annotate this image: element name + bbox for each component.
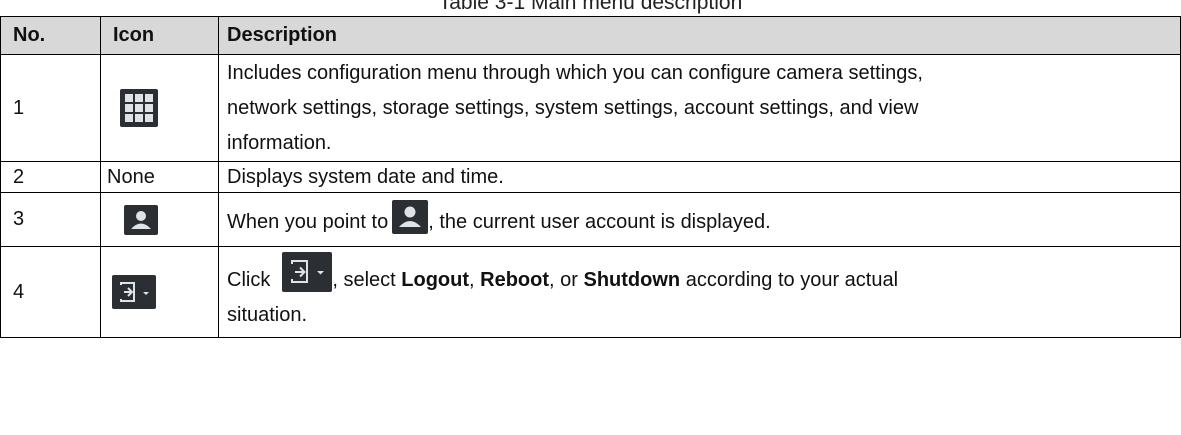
description-line: Includes configuration menu through whic… [227, 61, 923, 84]
header-icon: Icon [100, 16, 219, 55]
reboot-option: Reboot [480, 268, 550, 291]
description-line: situation. [227, 303, 308, 326]
header-description: Description [218, 16, 1181, 55]
icon-cell [100, 54, 219, 162]
description-cell: When you point to , the current user acc… [218, 192, 1181, 247]
table-header-row: No. Icon Description [0, 16, 1181, 55]
table-row: 2 None Displays system date and time. [0, 161, 1181, 193]
row-number: 1 [0, 54, 101, 162]
table-row: 1 Includes configuration menu through wh… [0, 54, 1181, 162]
description-text: Click [227, 268, 271, 291]
description-cell: Displays system date and time. [218, 161, 1181, 193]
header-no: No. [0, 16, 101, 55]
icon-cell [100, 192, 219, 247]
description-cell: Click , select Logout, Reboot, or Shutdo… [218, 246, 1181, 338]
description-text: , or [549, 268, 578, 291]
logout-option: Logout [401, 268, 470, 291]
row-number: 2 [0, 161, 101, 193]
description-line: network settings, storage settings, syst… [227, 96, 919, 119]
description-text: When you point to [227, 210, 389, 233]
description-line: information. [227, 131, 332, 154]
icon-cell-text: None [100, 161, 219, 193]
logout-icon [112, 275, 156, 310]
user-icon [392, 199, 429, 234]
icon-cell [100, 246, 219, 338]
description-text: according to your actual [685, 268, 899, 291]
description-text: , the current user account is displayed. [428, 210, 771, 233]
table-caption: Table 3-1 Main menu description [438, 0, 743, 14]
description-cell: Includes configuration menu through whic… [218, 54, 1181, 162]
row-number: 3 [0, 192, 101, 247]
shutdown-option: Shutdown [583, 268, 681, 291]
table-row: 4 Click , select Logout, Reboot, or Shut… [0, 246, 1181, 338]
user-icon [124, 204, 158, 235]
grid-icon [120, 89, 158, 127]
logout-icon [282, 251, 333, 292]
description-text: , [469, 268, 475, 291]
table-row: 3 When you point to , the current user a… [0, 192, 1181, 247]
row-number: 4 [0, 246, 101, 338]
main-menu-table: No. Icon Description 1 Includes configur… [0, 16, 1181, 338]
description-text: , select [332, 268, 396, 291]
